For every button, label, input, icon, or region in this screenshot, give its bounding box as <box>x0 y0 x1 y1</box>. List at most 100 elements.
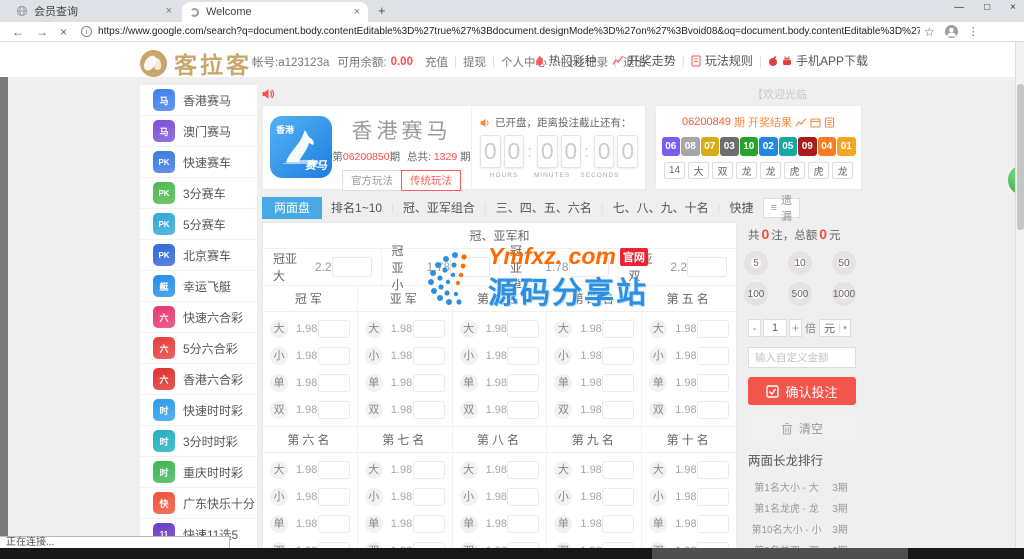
unit-select[interactable]: 元 ▾ <box>819 319 851 337</box>
maximize-button[interactable]: □ <box>984 2 990 13</box>
play-tab-1[interactable]: 排名1~10 <box>322 197 391 219</box>
vertical-scrollbar-thumb[interactable] <box>1017 84 1024 230</box>
play-tab-4[interactable]: 七、八、九、十名 <box>604 197 718 219</box>
bet-amount-input[interactable] <box>697 488 729 506</box>
close-button[interactable]: × <box>1010 2 1016 13</box>
bet-amount-input[interactable] <box>697 347 729 365</box>
bet-option-label[interactable]: 小 <box>365 347 383 365</box>
horizontal-scrollbar-thumb[interactable] <box>652 548 908 559</box>
bet-amount-input[interactable] <box>602 320 634 338</box>
bet-option-label[interactable]: 单 <box>649 515 667 533</box>
bet-option-label[interactable]: 大 <box>460 320 478 338</box>
multiplier-plus-button[interactable]: + <box>789 319 802 337</box>
sidebar-item-8[interactable]: 六快速六合彩 <box>140 302 257 333</box>
chip-10[interactable]: 10 <box>788 251 812 275</box>
profile-avatar[interactable] <box>945 25 958 38</box>
sidebar-item-9[interactable]: 六5分六合彩 <box>140 333 257 364</box>
bet-amount-input[interactable] <box>697 515 729 533</box>
bet-amount-input[interactable] <box>413 515 445 533</box>
bet-option-label[interactable]: 大 <box>460 461 478 479</box>
bet-amount-input[interactable] <box>507 401 539 419</box>
browser-menu-icon[interactable]: ⋮ <box>968 25 979 38</box>
bet-amount-input[interactable] <box>602 374 634 392</box>
back-icon[interactable]: ← <box>12 25 24 39</box>
chip-50[interactable]: 50 <box>832 251 856 275</box>
bet-amount-input[interactable] <box>332 257 372 277</box>
browser-tab-member-query[interactable]: 会员查询 × <box>8 0 180 22</box>
multiplier-minus-button[interactable]: - <box>748 319 761 337</box>
bet-option-label[interactable]: 小 <box>649 347 667 365</box>
bet-amount-input[interactable] <box>413 401 445 419</box>
horizontal-scrollbar[interactable] <box>0 548 1024 559</box>
play-tab-5[interactable]: 快捷 <box>721 197 763 219</box>
bet-amount-input[interactable] <box>318 488 350 506</box>
bet-option-label[interactable]: 单 <box>649 374 667 392</box>
bet-option-label[interactable]: 小 <box>460 347 478 365</box>
bet-amount-input[interactable] <box>413 374 445 392</box>
sidebar-item-5[interactable]: PK5分赛车 <box>140 209 257 240</box>
bet-option-label[interactable]: 单 <box>460 515 478 533</box>
sidebar-item-3[interactable]: PK快速赛车 <box>140 147 257 178</box>
bet-option-label[interactable]: 双 <box>365 401 383 419</box>
play-tab-2[interactable]: 冠、亚军组合 <box>394 197 484 219</box>
bet-option-label[interactable]: 单 <box>270 374 288 392</box>
chip-5[interactable]: 5 <box>744 251 768 275</box>
bet-option-label[interactable]: 小 <box>554 488 572 506</box>
minimize-button[interactable]: — <box>954 2 964 13</box>
chip-100[interactable]: 100 <box>744 282 768 306</box>
sidebar-item-12[interactable]: 时3分时时彩 <box>140 426 257 457</box>
bet-amount-input[interactable] <box>697 461 729 479</box>
bookmark-star-icon[interactable]: ☆ <box>924 25 935 39</box>
official-play-button[interactable]: 官方玩法 <box>342 170 402 191</box>
bet-amount-input[interactable] <box>602 347 634 365</box>
bet-amount-input[interactable] <box>450 257 490 277</box>
bet-option-label[interactable]: 大 <box>270 320 288 338</box>
bet-option-label[interactable]: 单 <box>270 515 288 533</box>
bet-amount-input[interactable] <box>413 320 445 338</box>
bet-amount-input[interactable] <box>507 488 539 506</box>
vertical-scrollbar[interactable] <box>1015 42 1024 559</box>
bet-amount-input[interactable] <box>687 257 727 277</box>
bet-option-label[interactable]: 小 <box>460 488 478 506</box>
sidebar-item-14[interactable]: 快广东快乐十分 <box>140 488 257 519</box>
bet-amount-input[interactable] <box>318 515 350 533</box>
page-info-icon[interactable]: i <box>81 26 92 37</box>
bet-amount-input[interactable] <box>602 488 634 506</box>
bet-option-label[interactable]: 单 <box>554 515 572 533</box>
bet-option-label[interactable]: 单 <box>365 374 383 392</box>
bet-amount-input[interactable] <box>507 320 539 338</box>
sidebar-item-7[interactable]: 艇幸运飞艇 <box>140 271 257 302</box>
stop-icon[interactable]: × <box>60 25 67 39</box>
bet-option-label[interactable]: 双 <box>649 401 667 419</box>
bet-option-label[interactable]: 大 <box>649 320 667 338</box>
nav-rules-link[interactable]: 玩法规则 <box>691 52 753 69</box>
bet-option-label[interactable]: 大 <box>554 320 572 338</box>
bet-amount-input[interactable] <box>507 374 539 392</box>
sidebar-item-11[interactable]: 时快速时时彩 <box>140 395 257 426</box>
sidebar-item-4[interactable]: PK3分赛车 <box>140 178 257 209</box>
bet-option-label[interactable]: 双 <box>270 401 288 419</box>
sidebar-item-10[interactable]: 六香港六合彩 <box>140 364 257 395</box>
trend-icon[interactable] <box>795 117 807 128</box>
bet-amount-input[interactable] <box>602 515 634 533</box>
bet-amount-input[interactable] <box>602 401 634 419</box>
bet-option-label[interactable]: 大 <box>649 461 667 479</box>
bet-amount-input[interactable] <box>318 347 350 365</box>
bet-amount-input[interactable] <box>697 320 729 338</box>
bet-amount-input[interactable] <box>318 320 350 338</box>
bet-option-label[interactable]: 双 <box>554 401 572 419</box>
chip-500[interactable]: 500 <box>788 282 812 306</box>
account-link-1[interactable]: 提现 <box>463 54 486 70</box>
multiplier-value[interactable]: 1 <box>763 319 787 337</box>
nav-trend-link[interactable]: 开奖走势 <box>612 52 676 69</box>
bet-amount-input[interactable] <box>569 257 609 277</box>
bet-option-label[interactable]: 大 <box>365 461 383 479</box>
bet-amount-input[interactable] <box>413 347 445 365</box>
bet-amount-input[interactable] <box>318 401 350 419</box>
bet-amount-input[interactable] <box>507 515 539 533</box>
tab-close-icon[interactable]: × <box>166 5 172 17</box>
bet-amount-input[interactable] <box>602 461 634 479</box>
bet-option-label[interactable]: 大 <box>270 461 288 479</box>
bet-amount-input[interactable] <box>697 401 729 419</box>
bet-option-label[interactable]: 单 <box>365 515 383 533</box>
